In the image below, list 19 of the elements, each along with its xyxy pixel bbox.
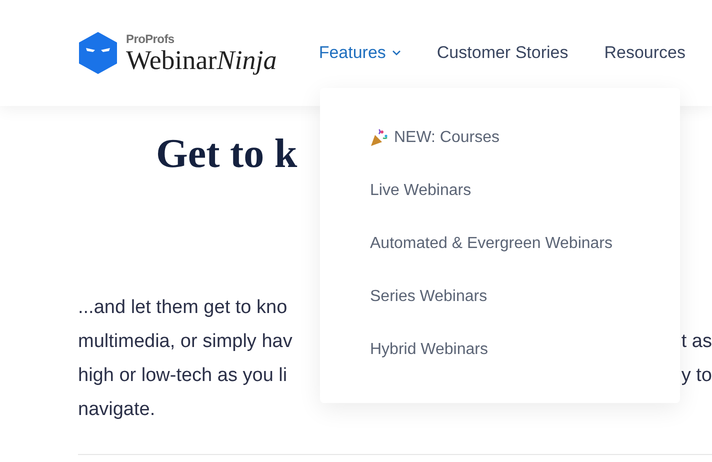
menu-item[interactable]: Hybrid Webinars	[370, 338, 488, 362]
paragraph-text: y to	[681, 364, 712, 388]
nav-link[interactable]: Features	[318, 40, 401, 66]
menu-item[interactable]: Automated & Evergreen Webinars	[370, 232, 612, 256]
menu-item[interactable]: NEW: Courses	[370, 126, 500, 150]
paragraph-text: ...and let them get to kno	[78, 296, 288, 320]
page-heading: Get to k	[156, 129, 298, 178]
ninja-logo-icon	[78, 32, 118, 74]
brand-label: ProProfs	[126, 32, 176, 44]
paragraph-text: navigate.	[78, 398, 156, 422]
paragraph-text: high or low-tech as you li	[78, 364, 288, 388]
paragraph-text: multimedia, or simply hav	[78, 330, 292, 354]
party-popper-icon	[370, 129, 388, 147]
nav-link[interactable]: Customer Stories	[436, 40, 568, 66]
nav-link[interactable]: Resources	[604, 40, 686, 66]
menu-item[interactable]: Live Webinars	[370, 179, 472, 203]
menu-item[interactable]: Series Webinars	[370, 285, 488, 309]
product-name: WebinarNinja	[126, 46, 277, 74]
paragraph-text: t as	[681, 330, 712, 354]
